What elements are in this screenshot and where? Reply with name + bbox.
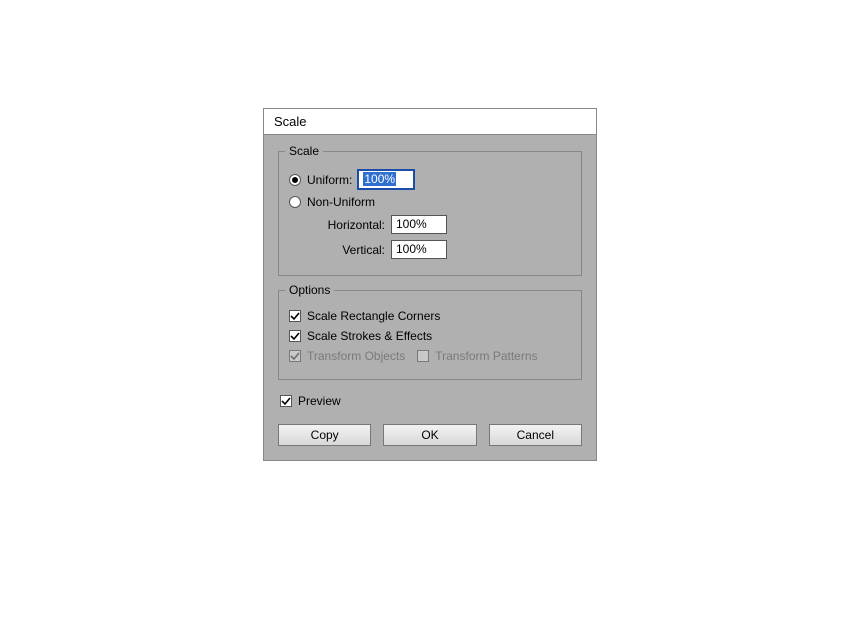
preview-label: Preview [298,394,341,408]
check-icon [290,351,300,361]
scale-corners-checkbox[interactable] [289,310,301,322]
scale-strokes-label: Scale Strokes & Effects [307,329,432,343]
vertical-input[interactable]: 100% [391,240,447,259]
uniform-row: Uniform: 100% [289,170,571,189]
check-icon [290,311,300,321]
ok-button[interactable]: OK [383,424,476,446]
scale-strokes-checkbox[interactable] [289,330,301,342]
dialog-title: Scale [264,109,596,135]
transform-row: Transform Objects Transform Patterns [289,349,571,363]
scale-dialog: Scale Scale Uniform: 100% Non-Uniform Ho… [263,108,597,461]
uniform-radio[interactable] [289,174,301,186]
button-row: Copy OK Cancel [278,424,582,446]
check-icon [281,396,291,406]
preview-checkbox[interactable] [280,395,292,407]
horizontal-input[interactable]: 100% [391,215,447,234]
scale-group: Scale Uniform: 100% Non-Uniform Horizont… [278,151,582,276]
vertical-label: Vertical: [309,243,385,257]
scale-strokes-row: Scale Strokes & Effects [289,329,571,343]
nonuniform-row: Non-Uniform [289,195,571,209]
options-group: Options Scale Rectangle Corners Scale St… [278,290,582,380]
check-icon [290,331,300,341]
scale-legend: Scale [285,144,323,158]
nonuniform-radio[interactable] [289,196,301,208]
options-legend: Options [285,283,334,297]
uniform-input[interactable]: 100% [358,170,414,189]
uniform-label: Uniform: [307,173,352,187]
scale-corners-row: Scale Rectangle Corners [289,309,571,323]
transform-objects-checkbox [289,350,301,362]
dialog-body: Scale Uniform: 100% Non-Uniform Horizont… [264,135,596,460]
transform-patterns-checkbox [417,350,429,362]
horizontal-label: Horizontal: [309,218,385,232]
transform-objects-label: Transform Objects [307,349,405,363]
transform-patterns-label: Transform Patterns [435,349,537,363]
nonuniform-label: Non-Uniform [307,195,375,209]
cancel-button[interactable]: Cancel [489,424,582,446]
scale-corners-label: Scale Rectangle Corners [307,309,440,323]
copy-button[interactable]: Copy [278,424,371,446]
preview-row: Preview [280,394,582,408]
horizontal-row: Horizontal: 100% [309,215,571,234]
vertical-row: Vertical: 100% [309,240,571,259]
